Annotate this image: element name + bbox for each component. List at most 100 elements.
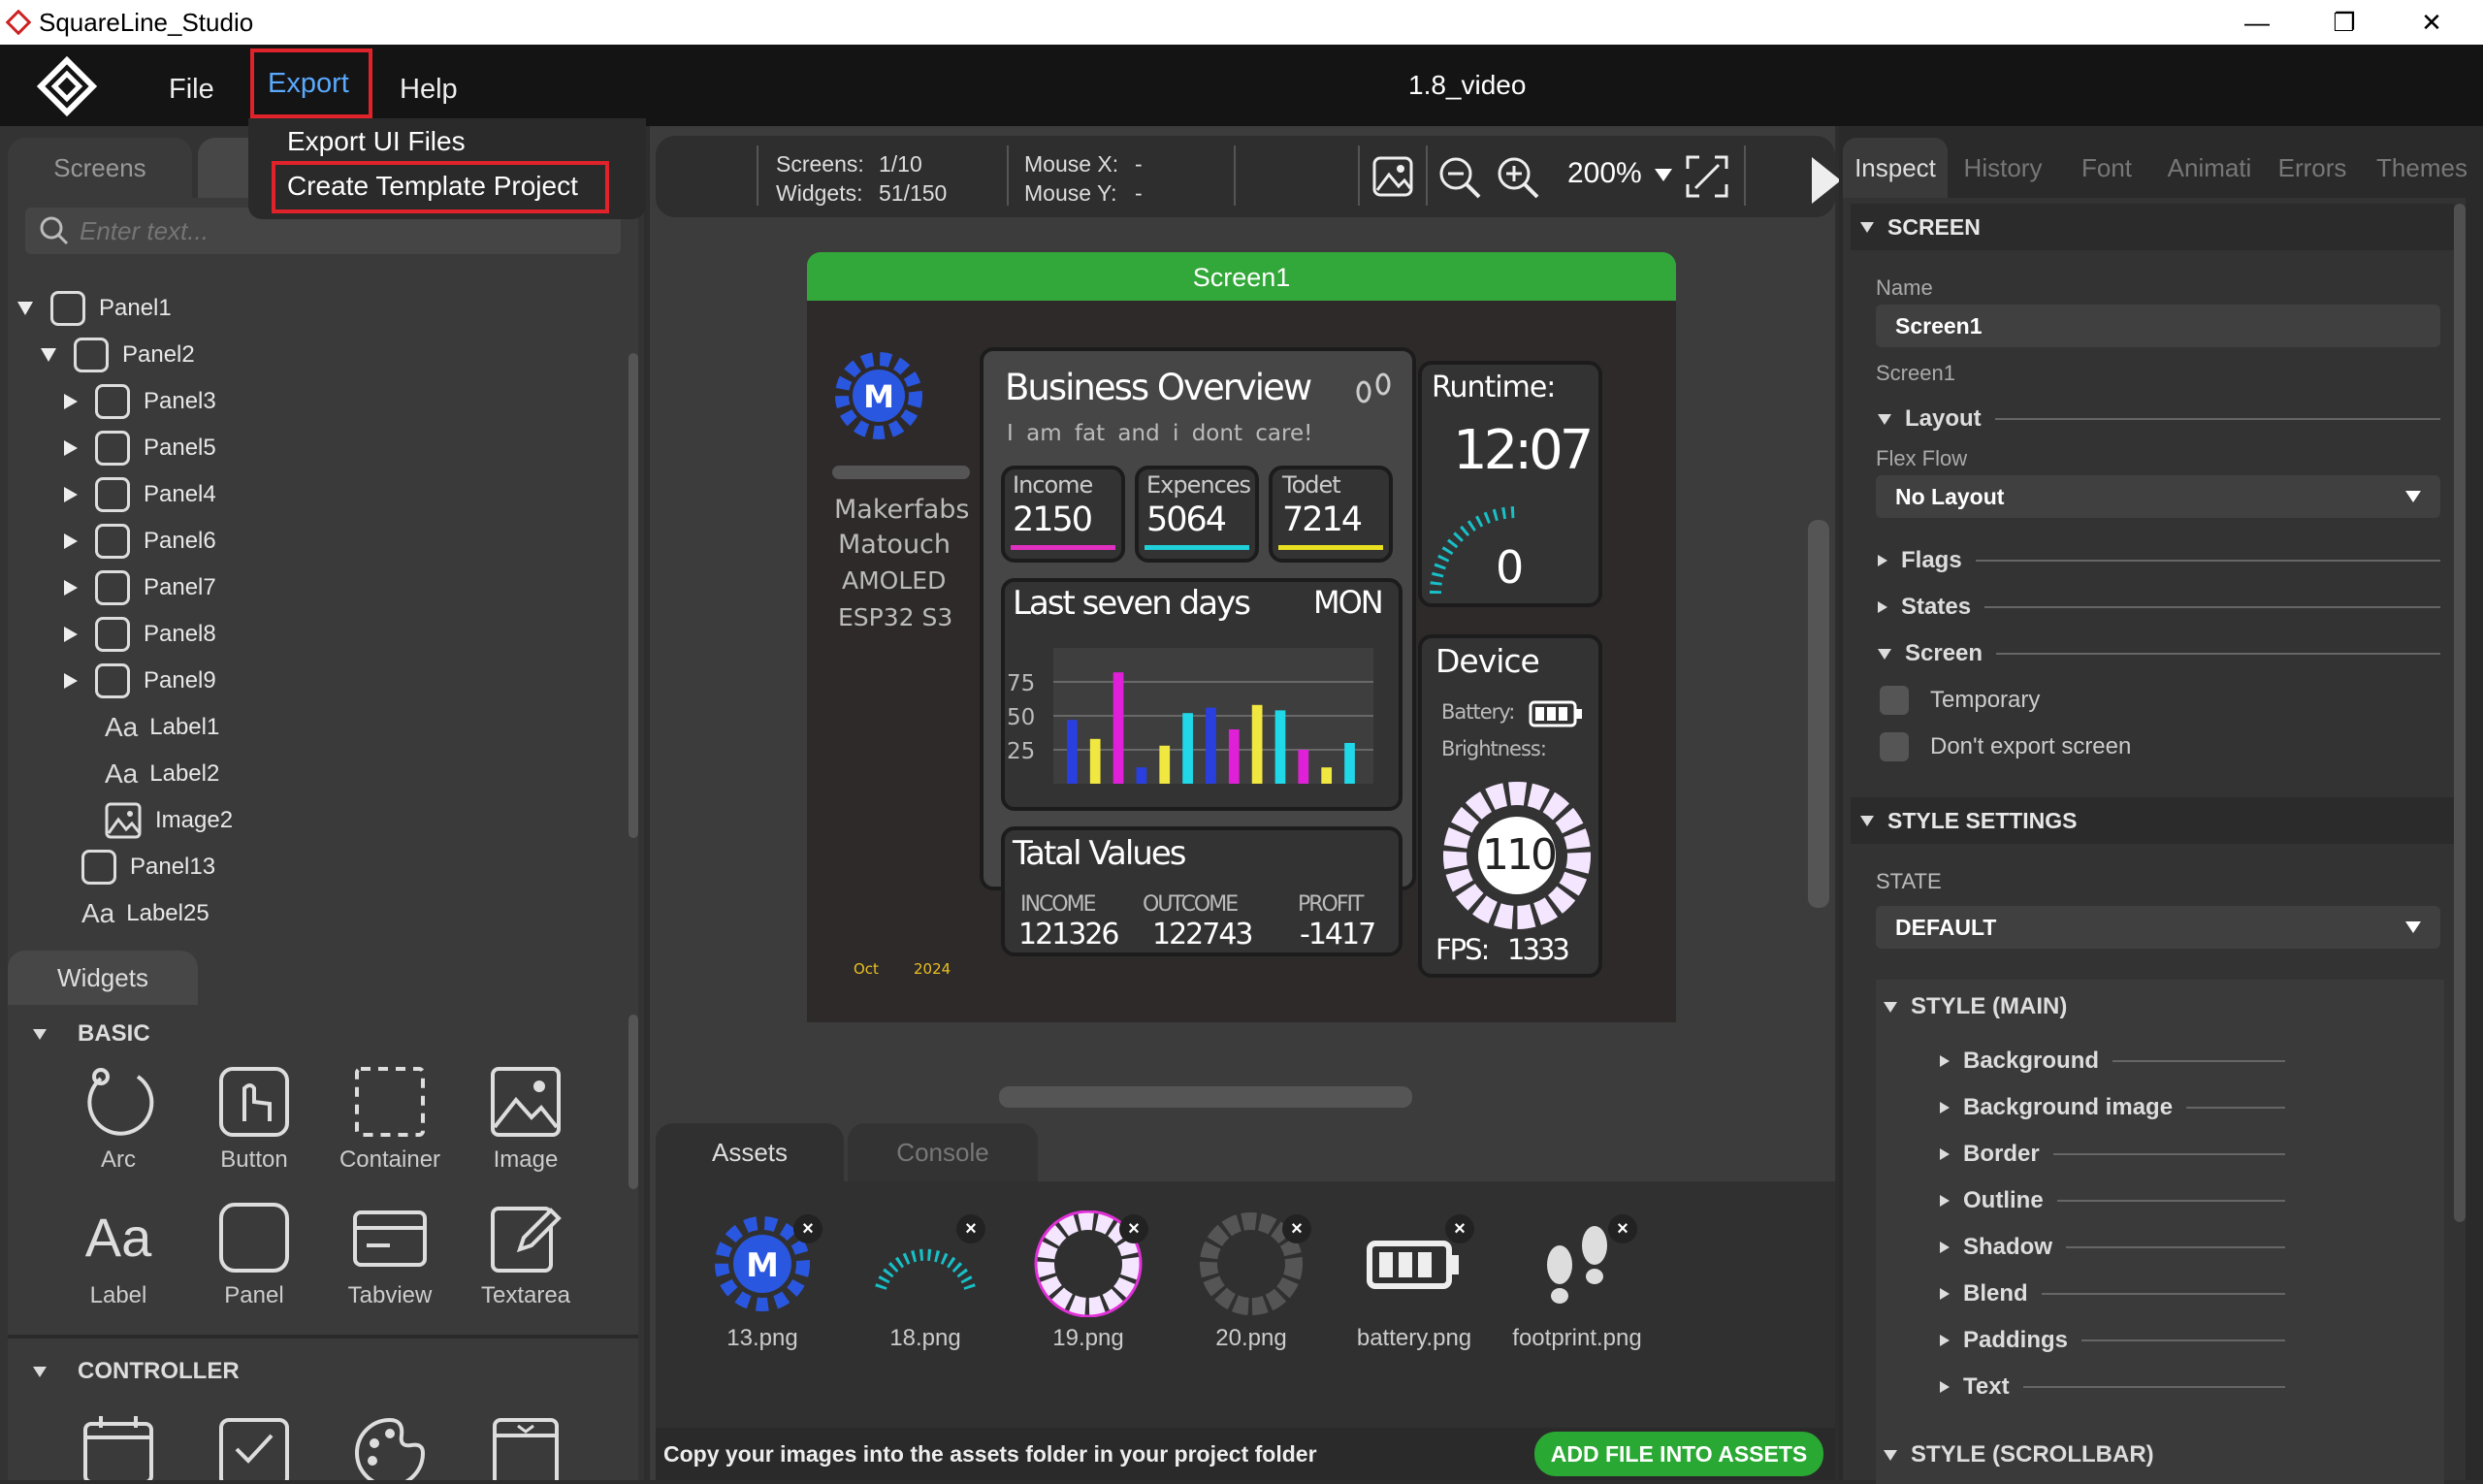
screen-title-bar[interactable]: Screen1: [807, 252, 1676, 303]
add-file-into-assets-button[interactable]: ADD FILE INTO ASSETS: [1534, 1432, 1823, 1476]
search-input[interactable]: [80, 215, 603, 246]
dropdown-icon[interactable]: [487, 1414, 564, 1480]
remove-asset-icon[interactable]: ×: [956, 1214, 985, 1243]
layout-section[interactable]: Layout: [1878, 400, 2440, 438]
tree-item-label2[interactable]: Aa Label2: [105, 751, 219, 797]
canvas-vertical-scrollbar[interactable]: [1808, 520, 1829, 908]
screen-section[interactable]: Screen: [1878, 634, 2440, 673]
section-style-settings[interactable]: STYLE SETTINGS: [1851, 797, 2454, 844]
zoom-in-icon[interactable]: [1496, 155, 1540, 200]
background-image-icon[interactable]: [1371, 155, 1414, 198]
remove-asset-icon[interactable]: ×: [1445, 1214, 1474, 1243]
zoom-out-icon[interactable]: [1437, 155, 1482, 200]
remove-asset-icon[interactable]: ×: [1282, 1214, 1311, 1243]
name-input[interactable]: Screen1: [1876, 305, 2440, 347]
expand-arrow-icon[interactable]: [64, 487, 78, 502]
tree-item-panel2[interactable]: Panel2: [41, 332, 195, 378]
minimize-button[interactable]: —: [2213, 0, 2301, 45]
tab-errors[interactable]: Errors: [2264, 138, 2361, 198]
tab-widgets[interactable]: Widgets: [8, 951, 198, 1005]
expand-arrow-icon[interactable]: [64, 394, 78, 409]
expand-arrow-icon[interactable]: [64, 533, 78, 549]
tree-item-label1[interactable]: Aa Label1: [105, 704, 219, 751]
tree-item-panel9[interactable]: Panel9: [64, 658, 216, 704]
tab-animation[interactable]: Animati: [2159, 138, 2260, 198]
tab-history[interactable]: History: [1951, 138, 2054, 198]
menu-help[interactable]: Help: [384, 66, 473, 113]
calendar-icon[interactable]: [80, 1414, 157, 1480]
collapse-arrow-icon[interactable]: [41, 348, 56, 362]
tree-item-image2[interactable]: Image2: [105, 797, 233, 844]
section-screen[interactable]: SCREEN: [1851, 204, 2454, 250]
style-outline[interactable]: Outline: [1940, 1181, 2285, 1220]
widget-textarea[interactable]: Textarea: [458, 1199, 594, 1325]
remove-asset-icon[interactable]: ×: [793, 1214, 822, 1243]
section-controller[interactable]: CONTROLLER: [33, 1348, 240, 1395]
inspector-scrollbar[interactable]: [2454, 204, 2466, 1222]
style-background-image[interactable]: Background image: [1940, 1088, 2285, 1127]
checkbox-icon[interactable]: [215, 1414, 293, 1480]
fit-screen-icon[interactable]: [1684, 153, 1730, 200]
tree-item-panel8[interactable]: Panel8: [64, 611, 216, 658]
close-button[interactable]: ✕: [2388, 0, 2475, 45]
menu-item-export-ui-files[interactable]: Export UI Files: [287, 126, 466, 157]
checkbox-box[interactable]: [1880, 732, 1909, 761]
play-icon[interactable]: [1812, 157, 1841, 204]
widget-button[interactable]: Button: [186, 1063, 322, 1189]
tab-themes[interactable]: Themes: [2365, 138, 2479, 198]
style-background[interactable]: Background: [1940, 1042, 2285, 1081]
tab-assets[interactable]: Assets: [656, 1123, 844, 1181]
tree-item-panel13[interactable]: Panel13: [81, 844, 215, 890]
menu-export[interactable]: Export: [250, 48, 372, 118]
checkbox-box[interactable]: [1880, 686, 1909, 715]
widget-label[interactable]: Aa Label: [50, 1199, 186, 1325]
menu-item-create-template-project[interactable]: Create Template Project: [272, 161, 609, 213]
expand-arrow-icon[interactable]: [64, 627, 78, 642]
style-border[interactable]: Border: [1940, 1135, 2285, 1174]
style-scrollbar-section[interactable]: STYLE (SCROLLBAR): [1884, 1436, 2427, 1474]
zoom-dropdown-icon[interactable]: [1655, 169, 1672, 181]
tab-console[interactable]: Console: [848, 1123, 1038, 1181]
dont-export-checkbox[interactable]: Don't export screen: [1880, 727, 2131, 766]
style-paddings[interactable]: Paddings: [1940, 1321, 2285, 1360]
tree-item-panel6[interactable]: Panel6: [64, 518, 216, 565]
tree-item-label25[interactable]: Aa Label25: [81, 890, 210, 937]
states-section[interactable]: States: [1878, 588, 2440, 627]
section-basic[interactable]: BASIC: [33, 1011, 150, 1057]
flex-flow-select[interactable]: No Layout: [1876, 475, 2440, 518]
tree-item-panel3[interactable]: Panel3: [64, 378, 216, 425]
temporary-checkbox[interactable]: Temporary: [1880, 681, 2040, 720]
flags-section[interactable]: Flags: [1878, 541, 2440, 580]
colorwheel-icon[interactable]: [351, 1414, 429, 1480]
style-blend[interactable]: Blend: [1940, 1274, 2285, 1313]
canvas-horizontal-scrollbar[interactable]: [999, 1086, 1412, 1108]
widget-tabview[interactable]: Tabview: [322, 1199, 458, 1325]
style-main-section[interactable]: STYLE (MAIN): [1884, 987, 2427, 1026]
widget-container[interactable]: Container: [322, 1063, 458, 1189]
style-shadow[interactable]: Shadow: [1940, 1228, 2285, 1267]
expand-arrow-icon[interactable]: [64, 580, 78, 596]
expand-arrow-icon[interactable]: [64, 440, 78, 456]
remove-asset-icon[interactable]: ×: [1608, 1214, 1637, 1243]
tree-item-panel1[interactable]: Panel1: [17, 285, 172, 332]
tree-item-panel5[interactable]: Panel5: [64, 425, 216, 471]
state-select[interactable]: DEFAULT: [1876, 906, 2440, 949]
tab-screens[interactable]: Screens: [8, 138, 192, 198]
menu-file[interactable]: File: [153, 66, 230, 113]
widgets-scrollbar[interactable]: [629, 1015, 638, 1189]
tab-font[interactable]: Font: [2058, 138, 2155, 198]
restore-button[interactable]: ❐: [2301, 0, 2388, 45]
expand-arrow-icon[interactable]: [64, 673, 78, 689]
tree-item-panel4[interactable]: Panel4: [64, 471, 216, 518]
widget-arc[interactable]: Arc: [50, 1063, 186, 1189]
device-screen-preview[interactable]: M Makerfabs Matouch AMOLED ESP32 S3 Oct …: [807, 301, 1676, 1022]
tab-inspect[interactable]: Inspect: [1843, 138, 1948, 198]
widget-image[interactable]: Image: [458, 1063, 594, 1189]
widget-panel[interactable]: Panel: [186, 1199, 322, 1325]
style-text[interactable]: Text: [1940, 1368, 2285, 1406]
zoom-level[interactable]: 200%: [1567, 157, 1642, 190]
hierarchy-scrollbar[interactable]: [629, 353, 638, 838]
remove-asset-icon[interactable]: ×: [1119, 1214, 1148, 1243]
tree-item-panel7[interactable]: Panel7: [64, 565, 216, 611]
collapse-arrow-icon[interactable]: [17, 302, 33, 315]
